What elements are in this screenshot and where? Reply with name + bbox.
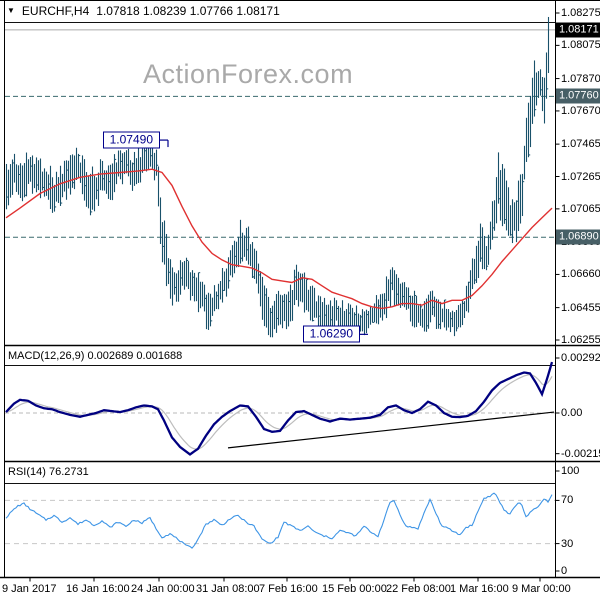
chart-canvas[interactable]	[0, 0, 600, 600]
macd-axis-tick-label: 0.00	[561, 407, 583, 419]
price-axis-tick-label: 1.08075	[561, 39, 600, 52]
date-axis-label: 9 Mar 00:00	[512, 583, 571, 595]
date-axis-label: 22 Feb 08:00	[386, 583, 451, 595]
date-axis-label: 7 Feb 16:00	[259, 583, 318, 595]
price-axis-tick-label: 1.07870	[561, 72, 600, 85]
macd-signal-line	[5, 373, 553, 450]
watermark-logo: ActionForex.com	[143, 59, 354, 89]
chart-symbol-timeframe: EURCHF,H4	[21, 4, 90, 18]
date-axis-label: 1 Mar 16:00	[450, 583, 509, 595]
price-axis-tick-label: 1.06255	[561, 334, 600, 346]
rsi-axis-tick-label: 0	[561, 565, 568, 577]
rsi-axis-tick-label: 100	[561, 465, 580, 477]
macd-axis-tick-label: -0.002159	[561, 447, 600, 460]
rsi-axis-tick-label: 30	[561, 537, 574, 550]
price-axis-tick-label: 1.06660	[561, 268, 600, 281]
macd-main-line	[5, 361, 554, 456]
macd-axis-tick-label: 0.00292	[561, 352, 600, 364]
price-axis-tick-label: 1.07465	[561, 138, 600, 151]
current-price-badge: 1.08171	[556, 22, 600, 38]
price-annotation-high: 1.07490	[102, 131, 160, 149]
date-axis-label: 24 Jan 00:00	[131, 583, 195, 595]
price-axis-tick-label: 1.08275	[561, 7, 600, 19]
price-axis-tick-label: 1.07670	[561, 104, 600, 117]
forex-chart: ▼ EURCHF,H4 1.07818 1.08239 1.07766 1.08…	[0, 0, 600, 600]
rsi-axis-tick-label: 70	[561, 494, 574, 507]
rsi-line	[5, 492, 553, 549]
support-level-badge: 1.06890	[556, 229, 600, 245]
macd-indicator-label: MACD(12,26,9) 0.002689 0.001688	[8, 350, 183, 362]
macd-trendline	[227, 411, 555, 449]
price-annotation-low: 1.06290	[302, 325, 360, 343]
resistance-level-badge: 1.07760	[556, 88, 600, 104]
price-axis-tick-label: 1.07065	[561, 202, 600, 215]
date-axis-label: 16 Jan 16:00	[66, 583, 130, 595]
date-axis-label: 15 Feb 00:00	[322, 583, 387, 595]
price-axis-tick-label: 1.07265	[561, 170, 600, 183]
date-axis-label: 9 Jan 2017	[2, 583, 57, 595]
rsi-indicator-label: RSI(14) 76.2731	[8, 466, 89, 478]
date-axis-label: 31 Jan 08:00	[196, 583, 260, 595]
chart-title: ▼ EURCHF,H4 1.07818 1.08239 1.07766 1.08…	[7, 4, 280, 18]
price-axis-tick-label: 1.06455	[561, 301, 600, 314]
chart-ohlc-values: 1.07818 1.08239 1.07766 1.08171	[96, 4, 280, 18]
symbol-marker-icon[interactable]: ▼	[7, 5, 15, 17]
